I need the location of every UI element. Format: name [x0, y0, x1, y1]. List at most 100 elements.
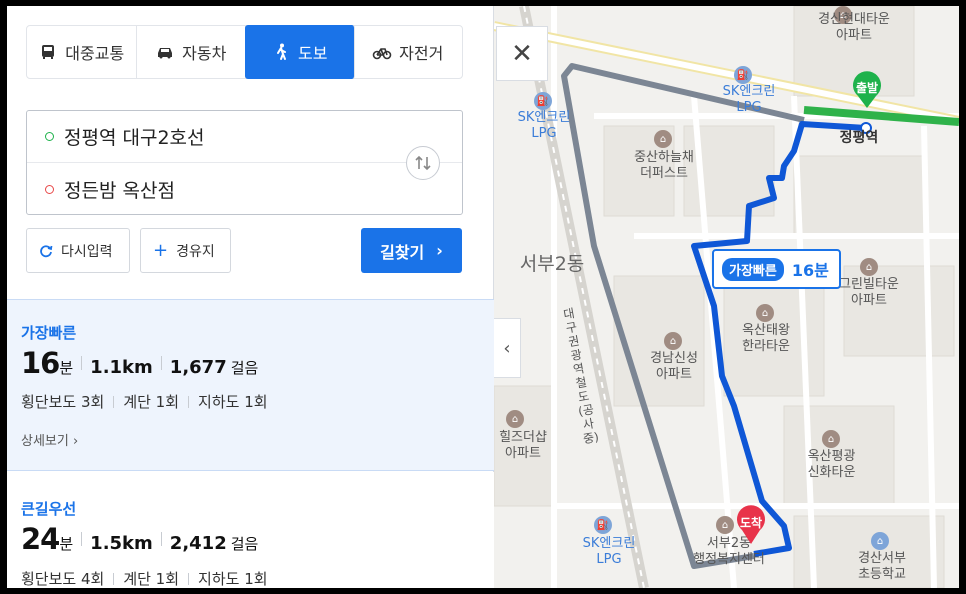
reset-label: 다시입력	[61, 243, 113, 260]
route-detail-crosswalk: 횡단보도 4회	[21, 570, 105, 588]
find-route-button[interactable]: 길찾기 ›	[361, 228, 462, 273]
start-pin-label: 출발	[855, 81, 879, 95]
route-minutes: 24	[21, 522, 60, 556]
tab-walk[interactable]: 도보	[245, 25, 355, 79]
apartment-icon: ⌂	[860, 258, 878, 276]
school-icon: ⌂	[871, 532, 889, 550]
route-badge-tag: 가장빠른	[722, 257, 784, 281]
map-label-sk3: SK엔크린 LPG	[582, 536, 636, 567]
route-option-fastest[interactable]: 가장빠른 16 분 1.1km 1,677 걸음 횡단보도 3회 계단 1회 지…	[7, 299, 494, 471]
route-steps: 2,412	[169, 533, 227, 554]
route-detail-crosswalk: 횡단보도 3회	[21, 393, 105, 411]
route-details: 횡단보도 3회 계단 1회 지하도 1회	[21, 391, 268, 412]
route-details: 횡단보도 4회 계단 1회 지하도 1회	[21, 568, 268, 588]
refresh-icon	[40, 244, 53, 257]
bus-icon	[42, 45, 55, 59]
tab-transit-label: 대중교통	[65, 44, 125, 63]
route-detail-underpass: 지하도 1회	[198, 570, 268, 588]
route-steps: 1,677	[169, 357, 227, 378]
view-details-link[interactable]: 상세보기 ›	[21, 430, 78, 449]
destination-field[interactable]: 정든밤 옥산점	[27, 163, 397, 215]
route-detail-underpass: 지하도 1회	[198, 393, 268, 411]
gas-station-icon: ⛽	[734, 66, 752, 84]
route-badge-time: 16분	[791, 261, 829, 280]
tab-walk-label: 도보	[298, 44, 328, 63]
apartment-icon: ⌂	[756, 304, 774, 322]
apartment-icon: ⌂	[506, 410, 524, 428]
map-label-station: 정평역	[839, 130, 879, 146]
tab-car[interactable]: 자동차	[137, 26, 246, 78]
end-pin-label: 도착	[739, 516, 763, 530]
waypoint-label: 경유지	[176, 243, 215, 260]
route-minutes-unit: 분	[59, 359, 74, 377]
route-steps-unit: 걸음	[230, 535, 259, 553]
divider	[113, 572, 115, 585]
map-label-hills: 힐즈더샵 아파트	[499, 430, 547, 461]
map-label-oksan: 옥산태왕 한라타운	[742, 323, 790, 354]
public-office-icon: ⌂	[716, 516, 734, 534]
map-label-gyeongnam: 경남신성 아파트	[650, 351, 698, 382]
map-label-green: 그린빌타운 아파트	[839, 277, 899, 308]
apartment-icon: ⌂	[664, 332, 682, 350]
divider	[188, 572, 190, 585]
swap-arrows-icon	[415, 155, 431, 171]
map-label-sk2: SK엔크린 LPG	[517, 110, 571, 141]
chevron-left-icon: ‹	[503, 337, 511, 359]
chevron-right-icon: ›	[72, 434, 79, 449]
route-stats: 24 분 1.5km 2,412 걸음	[21, 522, 258, 556]
route-option-main-road[interactable]: 큰길우선 24 분 1.5km 2,412 걸음 횡단보도 4회 계단 1회 지…	[7, 472, 494, 588]
directions-panel: 대중교통 자동차 도보 자전거 정평역 대구2호선 정든밤 옥산점 다시입력 +…	[7, 6, 494, 588]
app-frame: 대중교통 자동차 도보 자전거 정평역 대구2호선 정든밤 옥산점 다시입력 +…	[7, 6, 959, 588]
route-tag: 큰길우선	[21, 500, 77, 518]
collapse-panel-button[interactable]: ‹	[494, 318, 521, 378]
swap-button[interactable]	[406, 146, 440, 180]
view-details-label: 상세보기	[21, 434, 69, 449]
add-waypoint-button[interactable]: + 경유지	[140, 228, 231, 273]
origin-text: 정평역 대구2호선	[64, 127, 205, 149]
tab-bike[interactable]: 자전거	[354, 26, 463, 78]
find-route-label: 길찾기	[380, 242, 425, 262]
divider	[81, 356, 83, 370]
divider	[113, 395, 115, 408]
route-minutes-unit: 분	[59, 535, 74, 553]
route-distance: 1.1km	[90, 357, 153, 378]
map-label-oksanpy: 옥산평광 신화타운	[807, 449, 856, 480]
map-label-district: 서부2동	[519, 253, 585, 275]
walk-icon	[277, 43, 287, 60]
bike-icon	[372, 48, 392, 60]
plus-icon: +	[153, 240, 169, 261]
apartment-icon: ⌂	[654, 130, 672, 148]
car-icon	[158, 48, 173, 59]
map-label-school: 경산서부 초등학교	[858, 551, 906, 582]
route-time-badge[interactable]: 가장빠른 16분	[712, 249, 841, 289]
start-pin[interactable]: 출발	[850, 70, 884, 113]
divider	[160, 356, 162, 370]
divider	[188, 395, 190, 408]
map-view[interactable]: ✕ ‹ ⛽ SK엔크린 LPG ⛽ SK엔크린 LPG ⌂ 경산현대타운 아파트…	[494, 6, 959, 588]
divider	[160, 532, 162, 546]
origin-field[interactable]: 정평역 대구2호선	[27, 111, 462, 163]
route-steps-unit: 걸음	[230, 359, 259, 377]
tab-bike-label: 자전거	[399, 44, 444, 63]
destination-text: 정든밤 옥산점	[64, 179, 175, 202]
route-stats: 16 분 1.1km 1,677 걸음	[21, 346, 258, 380]
end-pin[interactable]: 도착	[734, 504, 768, 549]
route-input-box: 정평역 대구2호선 정든밤 옥산점	[26, 110, 463, 215]
map-label-hanul: 중산하늘채 더퍼스트	[634, 150, 694, 181]
map-label-apt1: 경산현대타운 아파트	[818, 12, 890, 43]
gas-station-icon: ⛽	[534, 92, 552, 110]
gas-station-icon: ⛽	[594, 516, 612, 534]
destination-dot-icon	[45, 184, 54, 194]
close-button[interactable]: ✕	[496, 26, 548, 81]
close-icon: ✕	[511, 38, 533, 69]
reset-button[interactable]: 다시입력	[26, 228, 130, 273]
divider	[81, 532, 83, 546]
chevron-right-icon: ›	[436, 241, 443, 260]
route-minutes: 16	[21, 346, 60, 380]
origin-dot-icon	[45, 132, 54, 141]
route-tag: 가장빠른	[21, 324, 77, 342]
apartment-icon: ⌂	[822, 430, 840, 448]
route-detail-stairs: 계단 1회	[123, 570, 180, 588]
tab-car-label: 자동차	[182, 44, 227, 63]
tab-transit[interactable]: 대중교통	[27, 26, 137, 78]
